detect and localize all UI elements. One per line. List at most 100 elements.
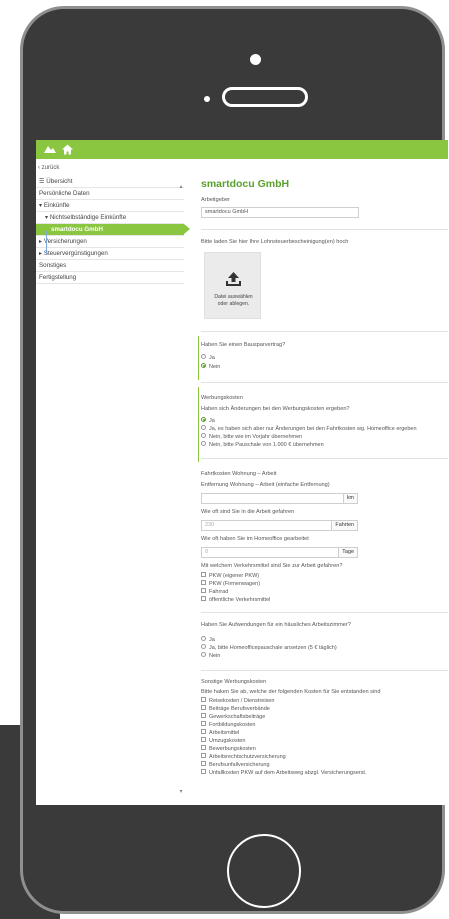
sonstige-question: Bitte haken Sie ab, welche der folgenden… bbox=[201, 689, 381, 695]
radio-az-pauschale[interactable]: Ja, bitte Homeofficepauschale ansetzen (… bbox=[201, 644, 337, 652]
distance-field[interactable]: km bbox=[201, 493, 358, 504]
checkbox[interactable] bbox=[201, 572, 206, 578]
app-screen: ‹ zurück ☰ Übersicht Persönliche Daten ▾… bbox=[36, 140, 448, 805]
speaker-icon bbox=[222, 87, 308, 107]
checkbox-umzug[interactable]: Umzugskosten bbox=[201, 737, 245, 745]
distance-unit: km bbox=[342, 494, 357, 503]
sidebar-item-nichtselbstaendige[interactable]: ▾ Nichtselbständige Einkünfte bbox=[36, 212, 184, 224]
section-marker bbox=[198, 336, 199, 380]
scrollbar[interactable] bbox=[179, 184, 183, 796]
checkbox-gewerkschaft[interactable]: Gewerkschaftsbeiträge bbox=[201, 713, 265, 721]
checkbox[interactable] bbox=[201, 753, 206, 759]
divider bbox=[201, 458, 448, 459]
home-button[interactable] bbox=[227, 834, 301, 908]
checkbox-oepnv[interactable]: öffentliche Verkehrsmittel bbox=[201, 596, 270, 604]
tree-indicator bbox=[46, 231, 47, 254]
logo-icon[interactable] bbox=[44, 145, 56, 154]
radio-az-nein[interactable]: Nein bbox=[201, 652, 220, 660]
employer-field[interactable]: smartdocu GmbH bbox=[201, 207, 359, 218]
homeoffice-label: Wie oft haben Sie im Homeoffice gearbeit… bbox=[201, 536, 309, 542]
sidebar-item-einkuenfte[interactable]: ▾ Einkünfte bbox=[36, 200, 184, 212]
checkbox[interactable] bbox=[201, 729, 206, 735]
divider bbox=[201, 612, 448, 613]
checkbox-unfallkosten[interactable]: Unfallkosten PKW auf dem Arbeitsweg abzg… bbox=[201, 769, 366, 777]
checkbox-rechtschutz[interactable]: Arbeitsrechtschutzversicherung bbox=[201, 753, 286, 761]
werbungskosten-question: Haben sich Änderungen bei den Werbungsko… bbox=[201, 406, 350, 412]
radio-button[interactable] bbox=[201, 433, 206, 439]
radio-button[interactable] bbox=[201, 417, 206, 423]
radio-wk-vorjahr[interactable]: Nein, bitte wie im Vorjahr übernehmen bbox=[201, 433, 302, 441]
radio-button[interactable] bbox=[201, 354, 206, 360]
sensor-icon bbox=[204, 96, 210, 102]
file-upload-dropzone[interactable]: Datei auswählen oder ablegen. bbox=[204, 252, 261, 319]
top-bar bbox=[36, 140, 448, 159]
checkbox-fortbildung[interactable]: Fortbildungskosten bbox=[201, 721, 255, 729]
checkbox[interactable] bbox=[201, 769, 206, 775]
sidebar-item-persoenliche-daten[interactable]: Persönliche Daten bbox=[36, 188, 184, 200]
upload-label-line2: oder ablegen. bbox=[217, 301, 250, 307]
home-icon[interactable] bbox=[62, 144, 73, 155]
homeoffice-unit: Tage bbox=[338, 548, 357, 557]
radio-button[interactable] bbox=[201, 644, 206, 650]
checkbox-reisekosten[interactable]: Reisekosten / Dienstreisen bbox=[201, 697, 274, 705]
checkbox-berufsverbaende[interactable]: Beiträge Berufsverbände bbox=[201, 705, 270, 713]
divider bbox=[201, 229, 448, 230]
sidebar-item-uebersicht[interactable]: ☰ Übersicht bbox=[36, 176, 184, 188]
sonstige-heading: Sonstige Werbungskosten bbox=[201, 679, 267, 685]
radio-button[interactable] bbox=[201, 363, 206, 369]
back-link[interactable]: ‹ zurück bbox=[38, 165, 59, 171]
divider bbox=[201, 331, 448, 332]
upload-label-line1: Datei auswählen bbox=[214, 294, 253, 300]
checkbox[interactable] bbox=[201, 697, 206, 703]
checkbox[interactable] bbox=[201, 721, 206, 727]
sidebar-item-sonstiges[interactable]: Sonstiges bbox=[36, 260, 184, 272]
radio-wk-ja[interactable]: Ja bbox=[201, 417, 215, 425]
checkbox[interactable] bbox=[201, 745, 206, 751]
upload-prompt: Bitte laden Sie hier Ihre Lohnsteuerbesc… bbox=[201, 239, 349, 245]
radio-button[interactable] bbox=[201, 652, 206, 658]
checkbox[interactable] bbox=[201, 580, 206, 586]
fahrtkosten-heading: Fahrtkosten Wohnung – Arbeit bbox=[201, 471, 277, 477]
bauspar-question: Haben Sie einen Bausparvertrag? bbox=[201, 342, 286, 348]
checkbox[interactable] bbox=[201, 737, 206, 743]
checkbox-bewerbung[interactable]: Bewerbungskosten bbox=[201, 745, 256, 753]
checkbox-berufsunfall[interactable]: Berufsunfallversicherung bbox=[201, 761, 270, 769]
homeoffice-field[interactable]: 0 Tage bbox=[201, 547, 358, 558]
checkbox-fahrrad[interactable]: Fahrrad bbox=[201, 588, 228, 596]
divider bbox=[201, 382, 448, 383]
checkbox[interactable] bbox=[201, 588, 206, 594]
checkbox-pkw-firma[interactable]: PKW (Firmenwagen) bbox=[201, 580, 260, 588]
sidebar-item-fertigstellung[interactable]: Fertigstellung bbox=[36, 272, 184, 284]
trips-field[interactable]: 230 Fahrten bbox=[201, 520, 358, 531]
distance-label: Entfernung Wohnung – Arbeit (einfache En… bbox=[201, 482, 330, 488]
checkbox-arbeitsmittel[interactable]: Arbeitsmittel bbox=[201, 729, 239, 737]
arbeitszimmer-question: Haben Sie Aufwendungen für ein häusliche… bbox=[201, 622, 351, 628]
trips-label: Wie oft sind Sie in die Arbeit gefahren bbox=[201, 509, 295, 515]
radio-button[interactable] bbox=[201, 636, 206, 642]
radio-bauspar-ja[interactable]: Ja bbox=[201, 354, 215, 362]
radio-button[interactable] bbox=[201, 441, 206, 447]
checkbox[interactable] bbox=[201, 596, 206, 602]
trips-unit: Fahrten bbox=[331, 521, 357, 530]
checkbox[interactable] bbox=[201, 713, 206, 719]
checkbox-pkw-eigen[interactable]: PKW (eigener PKW) bbox=[201, 572, 259, 580]
sidebar-item-versicherungen[interactable]: ▸ Versicherungen bbox=[36, 236, 184, 248]
radio-button[interactable] bbox=[201, 425, 206, 431]
radio-az-ja[interactable]: Ja bbox=[201, 636, 215, 644]
radio-wk-pauschale[interactable]: Nein, bitte Pauschale von 1.000 € überne… bbox=[201, 441, 324, 449]
transport-label: Mit welchem Verkehrsmittel sind Sie zur … bbox=[201, 563, 343, 569]
sidebar: ☰ Übersicht Persönliche Daten ▾ Einkünft… bbox=[36, 176, 190, 284]
upload-icon bbox=[226, 272, 241, 286]
checkbox[interactable] bbox=[201, 705, 206, 711]
employer-label: Arbeitgeber bbox=[201, 197, 230, 203]
divider bbox=[201, 670, 448, 671]
page-title: smartdocu GmbH bbox=[201, 178, 290, 190]
section-marker bbox=[198, 387, 199, 462]
sidebar-item-smartdocu[interactable]: smartdocu GmbH bbox=[36, 224, 190, 236]
radio-wk-fahrtkosten[interactable]: Ja, es haben sich aber nur Änderungen be… bbox=[201, 425, 417, 433]
radio-bauspar-nein[interactable]: Nein bbox=[201, 363, 220, 371]
sidebar-item-steuerverguenstigungen[interactable]: ▸ Steuervergünstigungen bbox=[36, 248, 184, 260]
checkbox[interactable] bbox=[201, 761, 206, 767]
camera-icon bbox=[250, 54, 261, 65]
werbungskosten-heading: Werbungskosten bbox=[201, 395, 243, 401]
